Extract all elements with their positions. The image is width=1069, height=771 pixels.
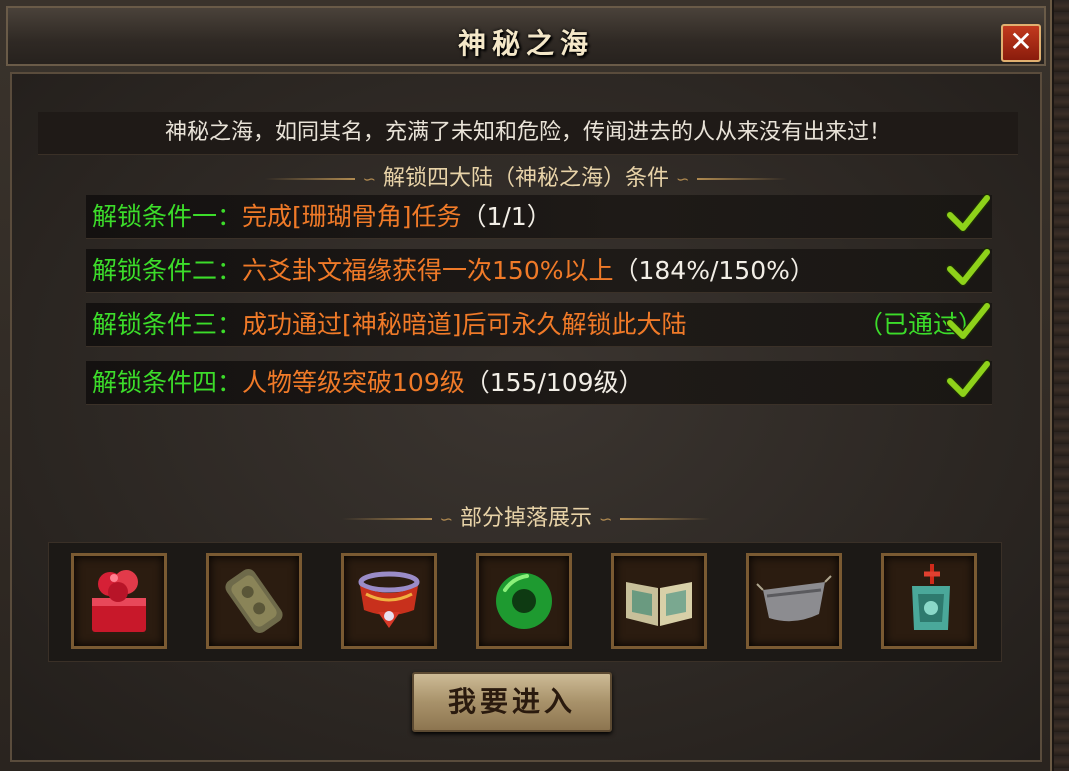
drops-panel (48, 542, 1002, 662)
divider-right (697, 178, 788, 180)
intro-text: 神秘之海，如同其名，充满了未知和危险，传闻进去的人从来没有出来过！ (38, 112, 1018, 155)
ornament-icon: ∽ (362, 169, 376, 189)
ornament-icon: ∽ (599, 509, 613, 529)
red-belt-icon (358, 571, 420, 628)
jade-pendant-icon (912, 564, 950, 630)
dialog-title: 神秘之海 (457, 27, 594, 60)
condition-progress: （155/109级） (464, 368, 644, 397)
close-icon: ✕ (1009, 25, 1033, 58)
drop-slot-5[interactable] (611, 553, 707, 649)
condition-row-2: 解锁条件二：六爻卦文福缘获得一次150%以上（184%/150%） (86, 247, 992, 293)
condition-row-1: 解锁条件一：完成[珊瑚骨角]任务（1/1） (86, 193, 992, 239)
stone-tablet-icon (225, 568, 283, 634)
drops-header: ∽ 部分掉落展示 ∽ (0, 500, 1052, 532)
condition-row-3: 解锁条件三：成功通过[神秘暗道]后可永久解锁此大陆 （已通过） (86, 301, 992, 347)
conditions-header: ∽ 解锁四大陆（神秘之海）条件 ∽ (0, 160, 1052, 192)
ornament-icon: ∽ (676, 169, 690, 189)
condition-row-4: 解锁条件四：人物等级突破109级（155/109级） (86, 359, 992, 405)
condition-desc: 人物等级突破109级 (242, 368, 465, 397)
title-bar[interactable]: 神秘之海 ✕ (6, 6, 1046, 66)
red-seal-icon (92, 570, 146, 632)
divider-right (620, 518, 711, 520)
condition-label: 解锁条件四： (92, 368, 243, 397)
condition-progress: （184%/150%） (613, 256, 815, 285)
condition-label: 解锁条件二： (92, 256, 243, 285)
drop-slot-7[interactable] (881, 553, 977, 649)
condition-desc: 六爻卦文福缘获得一次150%以上 (242, 256, 614, 285)
enter-button[interactable]: 我要进入 (412, 672, 612, 732)
drop-slot-2[interactable] (206, 553, 302, 649)
dialog-window: 神秘之海 ✕ 神秘之海，如同其名，充满了未知和危险，传闻进去的人从来没有出来过！… (0, 0, 1052, 771)
open-book-icon (626, 582, 692, 626)
drop-slot-3[interactable] (341, 553, 437, 649)
checkmark-icon (946, 193, 990, 233)
checkmark-icon (946, 359, 990, 399)
drops-header-label: 部分掉落展示 (459, 506, 592, 531)
condition-progress: （1/1） (461, 202, 552, 231)
checkmark-icon (946, 301, 990, 341)
ornament-icon: ∽ (439, 509, 453, 529)
jade-ring-icon (496, 573, 552, 629)
condition-label: 解锁条件三： (92, 310, 243, 339)
drop-slot-4[interactable] (476, 553, 572, 649)
drop-slot-6[interactable] (746, 553, 842, 649)
background-edge (1054, 0, 1069, 771)
checkmark-icon (946, 247, 990, 287)
close-button[interactable]: ✕ (1001, 24, 1041, 62)
gray-mask-icon (756, 575, 832, 622)
condition-desc: 完成[珊瑚骨角]任务 (242, 202, 462, 231)
condition-desc: 成功通过[神秘暗道]后可永久解锁此大陆 (242, 310, 687, 339)
drop-slot-1[interactable] (71, 553, 167, 649)
divider-left (264, 178, 355, 180)
condition-label: 解锁条件一： (92, 202, 243, 231)
divider-left (341, 518, 432, 520)
conditions-header-label: 解锁四大陆（神秘之海）条件 (382, 166, 669, 191)
